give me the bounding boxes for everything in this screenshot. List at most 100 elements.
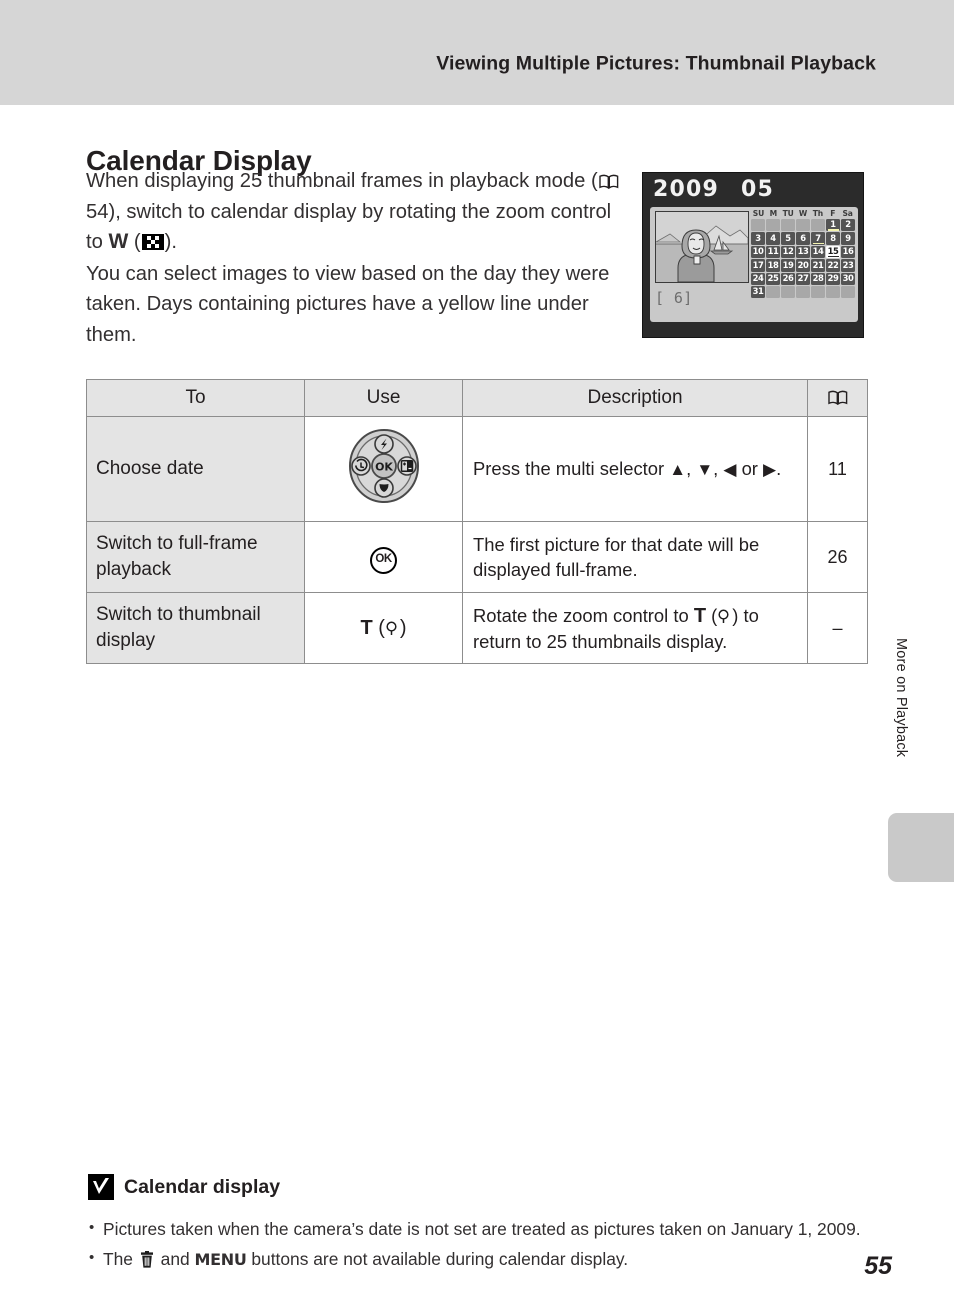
calendar-cell-day: 31 — [751, 285, 765, 299]
calendar-cell-day: 6 — [796, 232, 810, 245]
calendar-cell-day: 12 — [781, 245, 795, 259]
calendar-day-number: 7 — [815, 232, 821, 243]
menu-button-icon: MENU — [194, 1250, 247, 1269]
page-number: 55 — [864, 1252, 892, 1280]
row2-page-ref: 26 — [807, 521, 868, 593]
calendar-cell-day: 4 — [766, 232, 780, 245]
calendar-cell-day: 22 — [826, 259, 840, 272]
calendar-day-number: 20 — [797, 259, 809, 270]
caution-note-block: Calendar display Pictures taken when the… — [88, 1174, 878, 1275]
row3-control: T () — [304, 592, 463, 664]
ok-button-icon: OK — [370, 546, 397, 574]
row1-desc-end: . — [776, 458, 782, 479]
calendar-cell-day: 7 — [811, 232, 825, 245]
note-b2-b: and — [155, 1249, 195, 1269]
table-row: Choose date OK Press the multi selector … — [86, 416, 868, 522]
magnifier-icon — [717, 609, 732, 624]
caution-note-heading: Calendar display — [88, 1174, 878, 1200]
calendar-weekday-header: SU M TU W Th F Sa — [751, 209, 855, 218]
intro-p1-part-a: When displaying 25 thumbnail frames in p… — [86, 170, 598, 192]
calendar-cell-empty — [841, 285, 855, 299]
svg-text:OK: OK — [375, 461, 393, 474]
calendar-cell-empty — [766, 285, 780, 299]
calendar-day-number: 15 — [827, 246, 839, 257]
calendar-day-number: 10 — [752, 246, 764, 257]
calendar-cell-day: 17 — [751, 259, 765, 272]
calendar-day-number: 19 — [782, 259, 794, 270]
calendar-day-number: 18 — [767, 259, 779, 270]
calendar-day-number: 28 — [812, 272, 824, 283]
calendar-cell-day: 13 — [796, 245, 810, 259]
row1-action: Choose date — [86, 416, 305, 522]
calendar-cell-day: 9 — [841, 232, 855, 245]
magnifier-icon — [385, 621, 400, 636]
calendar-cell-day: 26 — [781, 272, 795, 285]
calendar-day-number: 24 — [752, 272, 764, 283]
manual-page: Viewing Multiple Pictures: Thumbnail Pla… — [0, 0, 954, 1314]
chapter-side-label: More on Playback — [893, 638, 909, 758]
frame-count-label: [ 6] — [655, 289, 693, 307]
calendar-day-number: 8 — [830, 232, 836, 243]
calendar-cell-empty — [811, 285, 825, 299]
calendar-cell-day: 28 — [811, 272, 825, 285]
calendar-day-number: 3 — [755, 232, 761, 243]
calendar-cell-empty — [796, 285, 810, 299]
calendar-day-number: 25 — [767, 272, 779, 283]
intro-p1-ref: 54 — [86, 200, 109, 223]
row3-paren-open: ( — [378, 616, 385, 639]
calendar-cell-empty — [826, 285, 840, 299]
calendar-day-number: 4 — [770, 232, 776, 243]
dow-w: W — [798, 209, 808, 218]
calendar-days: 1 2 3 4 5 6 7 8 9 10 11 12 13 14 15 16 17 18 19 20 21 22 23 24 2… — [751, 219, 855, 299]
calendar-cell-day: 30 — [841, 272, 855, 285]
w-zoom-label: W — [108, 230, 129, 253]
preview-thumbnail — [655, 211, 749, 283]
note-bullet-2: The and MENU buttons are not available d… — [88, 1243, 878, 1275]
operations-table: To Use Description Choose date OK Press … — [86, 379, 868, 664]
row3-paren-close: ) — [399, 616, 407, 639]
row3-description: Rotate the zoom control to T () to retur… — [462, 592, 808, 664]
table-row: Switch to full-frame playback OK The fir… — [86, 521, 868, 593]
calendar-cell-empty — [811, 219, 825, 232]
calendar-day-number: 17 — [752, 259, 764, 270]
arrow-left-icon: ◀ — [723, 460, 737, 479]
calendar-day-number: 6 — [800, 232, 806, 243]
calendar-day-number: 16 — [842, 246, 854, 257]
note-b2-c: buttons are not available during calenda… — [246, 1249, 629, 1269]
calendar-cell-day: 18 — [766, 259, 780, 272]
calendar-cell-day: 23 — [841, 259, 855, 272]
calendar-cell-day: 3 — [751, 232, 765, 245]
intro-p1-part-d: ). — [164, 231, 177, 253]
t-zoom-label: T — [360, 616, 373, 639]
calendar-cell-day: 19 — [781, 259, 795, 272]
row1-desc-a: Press the multi selector — [473, 458, 670, 479]
col-header-description: Description — [462, 379, 808, 417]
calendar-day-number: 31 — [752, 286, 764, 297]
note-b2-a: The — [103, 1249, 138, 1269]
calendar-cell-day: 5 — [781, 232, 795, 245]
calendar-day-number: 21 — [812, 259, 824, 270]
row1-or: or — [736, 458, 764, 479]
calendar-cell-day: 11 — [766, 245, 780, 259]
row2-action: Switch to full-frame playback — [86, 521, 305, 593]
calendar-day-number: 1 — [830, 219, 836, 230]
book-icon — [827, 390, 848, 405]
calendar-day-number: 5 — [785, 232, 791, 243]
calendar-day-number: 29 — [827, 272, 839, 283]
dow-tu: TU — [782, 209, 794, 218]
row2-description: The first picture for that date will be … — [462, 521, 808, 593]
arrow-up-icon: ▲ — [669, 460, 687, 479]
calendar-grid: SU M TU W Th F Sa 1 2 3 4 5 6 7 8 9 10 11 12 13 14 15 1… — [751, 209, 855, 299]
calendar-cell-day: 14 — [811, 245, 825, 259]
caution-note-list: Pictures taken when the camera’s date is… — [88, 1213, 878, 1275]
book-icon — [598, 174, 619, 189]
row3-page-ref: – — [807, 592, 868, 664]
row3-desc-a: Rotate the zoom control to — [473, 604, 694, 626]
calendar-year: 2009 — [653, 177, 720, 202]
col-header-to: To — [86, 379, 305, 417]
calendar-cell-day: 10 — [751, 245, 765, 259]
row1-sep2: , — [713, 458, 724, 479]
calendar-day-number: 30 — [842, 272, 854, 283]
table-header-row: To Use Description — [86, 379, 868, 417]
calendar-panel: [ 6] SU M TU W Th F Sa 1 2 3 4 5 6 7 8 9 10 11 12 13… — [650, 207, 858, 322]
